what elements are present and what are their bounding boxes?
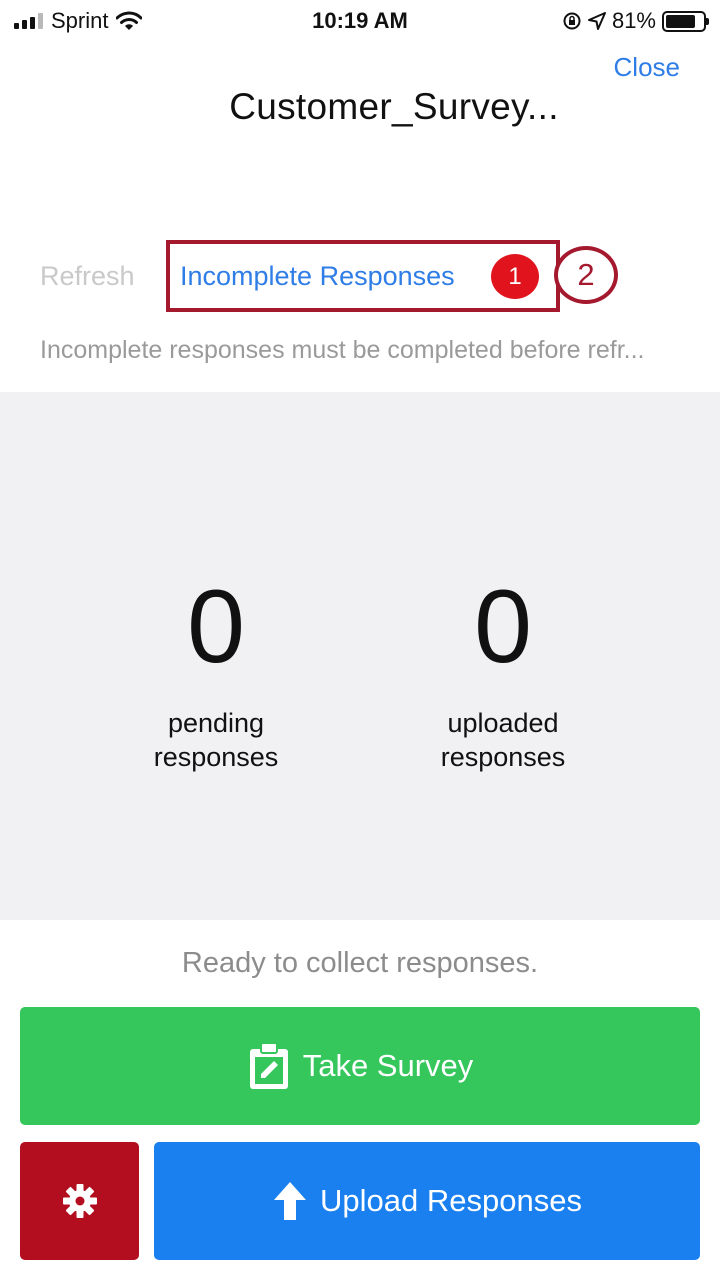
upload-responses-label: Upload Responses: [320, 1183, 582, 1218]
step-number-callout: 2: [554, 246, 618, 304]
pending-label: pending responses: [96, 706, 336, 774]
gear-icon: [60, 1181, 100, 1221]
incomplete-count-badge: 1: [491, 254, 539, 299]
ready-status-text: Ready to collect responses.: [181, 947, 539, 979]
uploaded-label-line2: responses: [440, 742, 566, 772]
pending-count: 0: [187, 569, 245, 685]
battery-level-fill: [666, 14, 696, 28]
status-right: 81%: [562, 7, 709, 35]
page-title: Customer_Survey...: [229, 86, 559, 127]
incomplete-warning-text: Incomplete responses must be completed b…: [40, 336, 645, 364]
upload-arrow-icon: [272, 1180, 308, 1222]
pending-label-line2: responses: [153, 742, 279, 772]
uploaded-stat: 0 uploaded responses: [383, 572, 623, 774]
refresh-button[interactable]: Refresh: [40, 261, 135, 292]
clipboard-edit-icon: [247, 1041, 291, 1091]
location-arrow-icon: [587, 12, 606, 30]
incomplete-responses-link[interactable]: Incomplete Responses: [180, 261, 455, 292]
take-survey-label: Take Survey: [302, 1048, 474, 1083]
close-button[interactable]: Close: [614, 52, 680, 83]
pending-label-line1: pending: [167, 708, 265, 738]
status-bar: Sprint 10:19 AM 81%: [0, 0, 720, 44]
uploaded-count: 0: [474, 569, 532, 685]
battery-icon: [662, 10, 709, 32]
orientation-lock-icon: [562, 11, 582, 31]
uploaded-label-line1: uploaded: [447, 708, 559, 738]
upload-responses-button[interactable]: Upload Responses: [154, 1142, 700, 1260]
pending-stat: 0 pending responses: [96, 572, 336, 774]
take-survey-button[interactable]: Take Survey: [20, 1007, 700, 1125]
settings-button[interactable]: [20, 1142, 139, 1260]
stats-panel: 0 pending responses 0 uploaded responses: [0, 392, 720, 920]
uploaded-label: uploaded responses: [383, 706, 623, 774]
battery-percent: 81%: [611, 8, 656, 33]
